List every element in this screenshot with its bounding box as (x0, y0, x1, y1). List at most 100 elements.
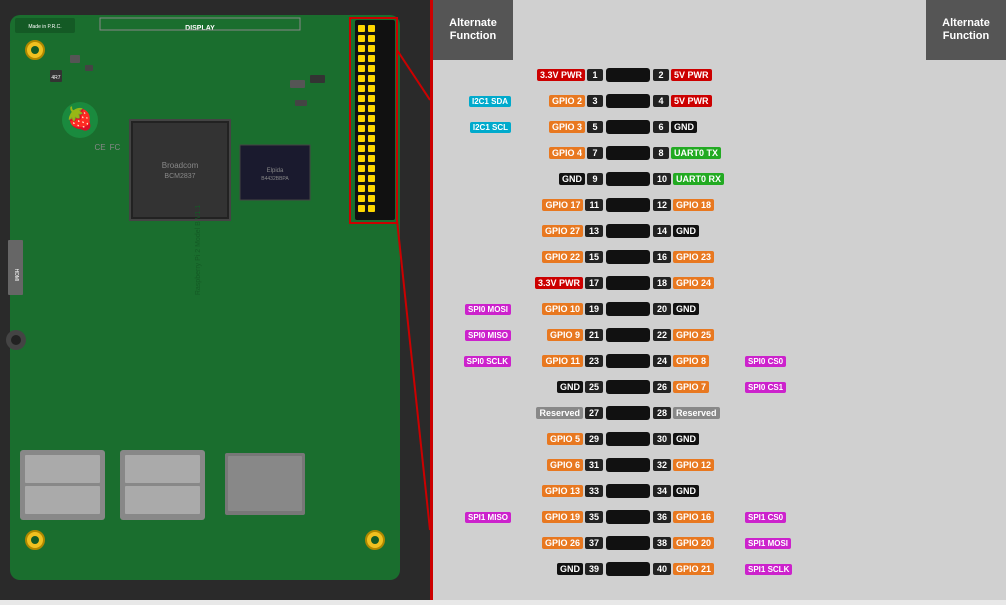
pinout-diagram: Alternate Function Alternate Function 3.… (430, 0, 1006, 600)
left-pin-cell: 3.3V PWR17 (513, 277, 603, 289)
pin-row: SPI0 MOSIGPIO 1019 20GND (433, 296, 1006, 322)
svg-text:B4432BBPA: B4432BBPA (261, 176, 289, 182)
left-alt-cell: SPI0 MOSI (433, 304, 513, 315)
svg-text:FC: FC (110, 143, 121, 152)
right-alt-cell: SPI1 CS0 (743, 512, 823, 523)
right-pin-cell: 30GND (653, 433, 743, 445)
left-pin-cell: GPIO 47 (513, 147, 603, 159)
right-pin-cell: 26GPIO 7 (653, 381, 743, 393)
left-pin-cell: GPIO 1711 (513, 199, 603, 211)
right-pin-cell: 40GPIO 21 (653, 563, 743, 575)
pin-row: GND25 26GPIO 7SPI0 CS1 (433, 374, 1006, 400)
left-pin-cell: GPIO 2713 (513, 225, 603, 237)
right-pin-cell: 45V PWR (653, 95, 743, 107)
svg-text:CE: CE (94, 143, 105, 152)
pin-row: GPIO 1333 34GND (433, 478, 1006, 504)
right-pin-cell: 38GPIO 20 (653, 537, 743, 549)
svg-text:Made in P.R.C.: Made in P.R.C. (28, 24, 61, 30)
left-pin-cell: GND9 (513, 173, 603, 185)
right-pin-cell: 20GND (653, 303, 743, 315)
right-alt-cell: SPI0 CS1 (743, 382, 823, 393)
pin-connector (603, 172, 653, 186)
svg-text:4R7: 4R7 (51, 75, 60, 81)
right-pin-cell: 28Reserved (653, 407, 743, 419)
left-alt-cell: SPI0 SCLK (433, 356, 513, 367)
left-pin-cell: GPIO 1123 (513, 355, 603, 367)
pin-row: I2C1 SCLGPIO 35 6GND (433, 114, 1006, 140)
pin-connector (603, 432, 653, 446)
pin-connector (603, 562, 653, 576)
pin-row: GND39 40GPIO 21SPI1 SCLK (433, 556, 1006, 582)
pin-row: GPIO 529 30GND (433, 426, 1006, 452)
pin-row: GPIO 631 32GPIO 12 (433, 452, 1006, 478)
left-pin-cell: GPIO 631 (513, 459, 603, 471)
svg-text:Elpida: Elpida (267, 168, 284, 174)
left-pin-cell: GPIO 1333 (513, 485, 603, 497)
left-pin-cell: GPIO 921 (513, 329, 603, 341)
left-pin-cell: GPIO 35 (513, 121, 603, 133)
pin-row: 3.3V PWR17 18GPIO 24 (433, 270, 1006, 296)
pin-connector (603, 224, 653, 238)
svg-text:Broadcom: Broadcom (162, 161, 199, 170)
left-pin-cell: GND39 (513, 563, 603, 575)
pin-connector (603, 198, 653, 212)
right-pin-cell: 12GPIO 18 (653, 199, 743, 211)
pin-row: SPI1 MISOGPIO 1935 36GPIO 16SPI1 CS0 (433, 504, 1006, 530)
pin-connector (603, 380, 653, 394)
left-alt-header: Alternate Function (433, 0, 513, 60)
pin-connector (603, 458, 653, 472)
svg-text:HDMI: HDMI (13, 269, 19, 282)
left-pin-cell: GPIO 2215 (513, 251, 603, 263)
pin-connector (603, 510, 653, 524)
left-alt-cell: SPI1 MISO (433, 512, 513, 523)
right-pin-cell: 22GPIO 25 (653, 329, 743, 341)
right-alt-cell: SPI1 SCLK (743, 564, 823, 575)
svg-text:DISPLAY: DISPLAY (185, 25, 215, 32)
right-pin-cell: 6GND (653, 121, 743, 133)
left-pin-cell: GPIO 23 (513, 95, 603, 107)
right-pin-cell: 36GPIO 16 (653, 511, 743, 523)
right-pin-cell: 24GPIO 8 (653, 355, 743, 367)
pin-row: GPIO 47 8UART0 TX (433, 140, 1006, 166)
pin-row: I2C1 SDAGPIO 23 45V PWR (433, 88, 1006, 114)
left-pin-cell: 3.3V PWR1 (513, 69, 603, 81)
pin-connector (603, 146, 653, 160)
right-pin-cell: 32GPIO 12 (653, 459, 743, 471)
rpi-board-area: Made in P.R.C. (0, 0, 430, 600)
left-alt-cell: I2C1 SCL (433, 122, 513, 133)
right-pin-cell: 16GPIO 23 (653, 251, 743, 263)
pin-connector (603, 536, 653, 550)
pin-connector (603, 354, 653, 368)
left-alt-cell: SPI0 MISO (433, 330, 513, 341)
svg-text:BCM2837: BCM2837 (164, 173, 195, 180)
right-pin-cell: 34GND (653, 485, 743, 497)
pin-row: SPI0 MISOGPIO 921 22GPIO 25 (433, 322, 1006, 348)
right-pin-cell: 8UART0 TX (653, 147, 743, 159)
pin-row: GND9 10UART0 RX (433, 166, 1006, 192)
pin-row: 3.3V PWR1 25V PWR (433, 62, 1006, 88)
left-pin-cell: GPIO 1935 (513, 511, 603, 523)
right-pin-cell: 25V PWR (653, 69, 743, 81)
pin-row: GPIO 1711 12GPIO 18 (433, 192, 1006, 218)
pin-connector (603, 406, 653, 420)
right-pin-cell: 10UART0 RX (653, 173, 743, 185)
pin-connector (603, 302, 653, 316)
right-alt-cell: SPI0 CS0 (743, 356, 823, 367)
pin-row: GPIO 2713 14GND (433, 218, 1006, 244)
right-alt-header: Alternate Function (926, 0, 1006, 60)
rpi-pcb-svg: Made in P.R.C. (0, 0, 430, 600)
pin-connector (603, 68, 653, 82)
left-pin-cell: GPIO 1019 (513, 303, 603, 315)
left-alt-cell: I2C1 SDA (433, 96, 513, 107)
right-pin-cell: 18GPIO 24 (653, 277, 743, 289)
pin-connector (603, 250, 653, 264)
pin-row: GPIO 263738GPIO 20SPI1 MOSI (433, 530, 1006, 556)
pin-connector (603, 94, 653, 108)
pin-row: GPIO 2215 16GPIO 23 (433, 244, 1006, 270)
right-pin-cell: 14GND (653, 225, 743, 237)
left-pin-cell: GPIO 529 (513, 433, 603, 445)
pin-row: Reserved2728Reserved (433, 400, 1006, 426)
pin-connector (603, 328, 653, 342)
left-pin-cell: GND25 (513, 381, 603, 393)
left-pin-cell: GPIO 2637 (513, 537, 603, 549)
